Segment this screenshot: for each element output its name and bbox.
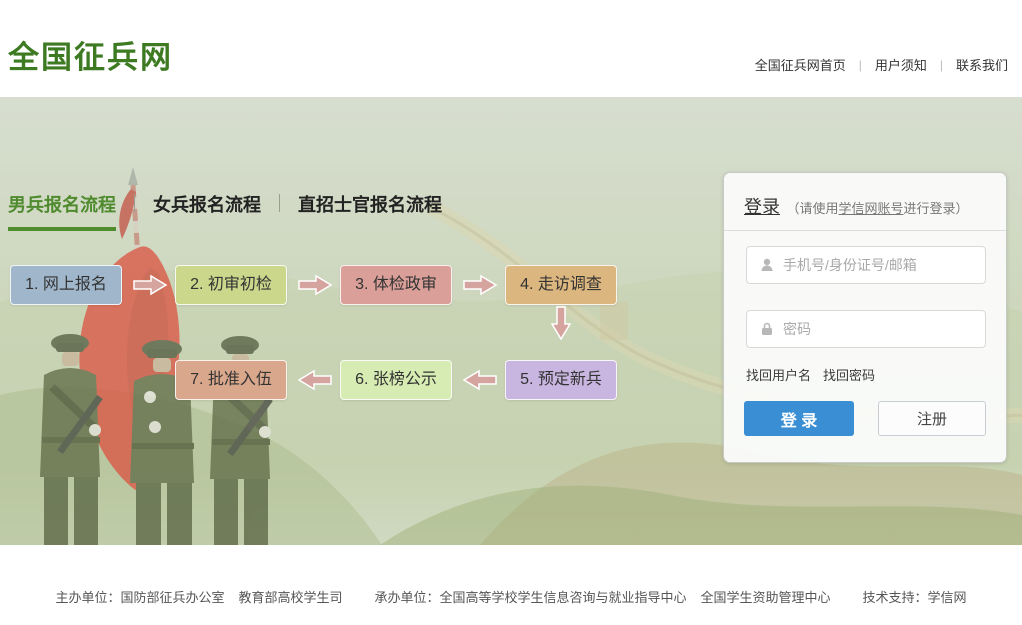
- footer: 主办单位：国防部征兵办公室 教育部高校学生司 承办单位：全国高等学校学生信息咨询…: [0, 545, 1022, 625]
- password-field-wrapper: [746, 310, 986, 348]
- username-field-wrapper: [746, 246, 986, 284]
- chsi-account-link[interactable]: 学信网账号: [838, 201, 903, 216]
- login-header: 登录 （请使用学信网账号进行登录）: [724, 173, 1006, 231]
- arrow-left-icon: [462, 369, 498, 391]
- top-nav: 全国征兵网首页 | 用户须知 | 联系我们: [755, 55, 1008, 74]
- page: 全国征兵网 全国征兵网首页 | 用户须知 | 联系我们: [0, 0, 1022, 625]
- username-input[interactable]: [783, 248, 985, 282]
- login-subtitle: （请使用学信网账号进行登录）: [786, 201, 968, 216]
- user-icon: [759, 257, 775, 273]
- flow-step-physical-political-exam: 3. 体检政审: [340, 265, 452, 305]
- lock-icon: [759, 321, 775, 337]
- arrow-right-icon: [132, 274, 168, 296]
- flow-step-public-announcement: 6. 张榜公示: [340, 360, 452, 400]
- tab-female-enlistment[interactable]: 女兵报名流程: [153, 191, 261, 227]
- tab-divider: [134, 194, 135, 212]
- register-button[interactable]: 注册: [878, 401, 986, 436]
- hero-section: 男兵报名流程 女兵报名流程 直招士官报名流程 1. 网上报名 2. 初审初检 3…: [0, 97, 1022, 545]
- process-tabs: 男兵报名流程 女兵报名流程 直招士官报名流程: [8, 191, 442, 231]
- tab-male-enlistment[interactable]: 男兵报名流程: [8, 191, 116, 231]
- login-panel: 登录 （请使用学信网账号进行登录） 找回用户名 找回密码 登 录 注册: [723, 172, 1007, 463]
- arrow-right-icon: [297, 274, 333, 296]
- footer-tech-support: 技术支持：学信网: [863, 587, 967, 606]
- nav-separator: |: [940, 58, 943, 72]
- site-logo[interactable]: 全国征兵网: [8, 32, 173, 77]
- flow-step-home-visit: 4. 走访调查: [505, 265, 617, 305]
- arrow-right-icon: [462, 274, 498, 296]
- flow-step-online-registration: 1. 网上报名: [10, 265, 122, 305]
- nav-home-link[interactable]: 全国征兵网首页: [755, 55, 846, 74]
- flow-step-approval-enlistment: 7. 批准入伍: [175, 360, 287, 400]
- flow-step-pre-selection: 5. 预定新兵: [505, 360, 617, 400]
- footer-host-org-2: 教育部高校学生司: [238, 587, 342, 606]
- account-recovery-links: 找回用户名 找回密码: [746, 365, 875, 384]
- forgot-username-link[interactable]: 找回用户名: [746, 365, 811, 384]
- tab-nco-recruitment[interactable]: 直招士官报名流程: [298, 191, 442, 227]
- header: 全国征兵网 全国征兵网首页 | 用户须知 | 联系我们: [0, 0, 1022, 97]
- footer-credits: 主办单位：国防部征兵办公室 教育部高校学生司 承办单位：全国高等学校学生信息咨询…: [0, 587, 1022, 606]
- login-subtitle-suffix: 进行登录）: [903, 201, 968, 216]
- tab-divider: [279, 194, 280, 212]
- nav-contact-link[interactable]: 联系我们: [956, 55, 1008, 74]
- login-subtitle-prefix: （请使用: [786, 201, 838, 216]
- arrow-down-icon: [550, 305, 572, 341]
- footer-undertaker-org: 承办单位：全国高等学校学生信息咨询与就业指导中心: [374, 587, 686, 606]
- login-button[interactable]: 登 录: [744, 401, 854, 436]
- login-title: 登录: [744, 197, 780, 217]
- forgot-password-link[interactable]: 找回密码: [823, 365, 875, 384]
- nav-user-notice-link[interactable]: 用户须知: [875, 55, 927, 74]
- arrow-left-icon: [297, 369, 333, 391]
- footer-host-org: 主办单位：国防部征兵办公室: [55, 587, 224, 606]
- flow-step-initial-review: 2. 初审初检: [175, 265, 287, 305]
- password-input[interactable]: [783, 312, 985, 346]
- footer-undertaker-org-2: 全国学生资助管理中心: [701, 587, 831, 606]
- nav-separator: |: [859, 58, 862, 72]
